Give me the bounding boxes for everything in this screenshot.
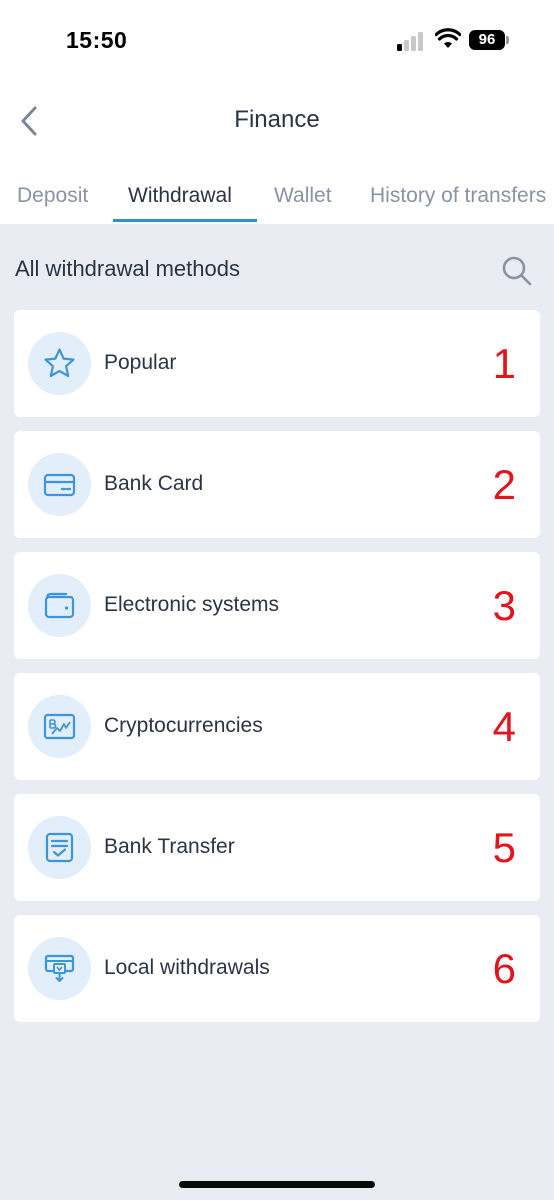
annotation-number: 5 xyxy=(492,824,516,871)
status-bar: 15:50 96 xyxy=(0,0,554,80)
page-title: Finance xyxy=(234,106,320,133)
tab-bar: Deposit Withdrawal Wallet History of tra… xyxy=(0,176,554,224)
tab-wallet[interactable]: Wallet xyxy=(274,184,332,208)
star-icon xyxy=(44,348,75,378)
method-icon-container xyxy=(28,816,91,879)
method-label: Cryptocurrencies xyxy=(104,714,263,737)
method-card-electronic-systems[interactable]: Electronic systems 3 xyxy=(14,552,540,659)
method-icon-container xyxy=(28,574,91,637)
search-icon xyxy=(502,256,532,286)
search-button[interactable] xyxy=(500,254,534,288)
method-label: Bank Card xyxy=(104,472,204,495)
method-card-local-withdrawals[interactable]: Local withdrawals 6 xyxy=(14,915,540,1022)
method-label: Electronic systems xyxy=(104,593,280,616)
crypto-icon xyxy=(43,713,76,740)
bank-card-icon xyxy=(43,473,76,497)
battery-cap xyxy=(506,36,509,44)
wifi-icon xyxy=(435,28,461,48)
method-icon-container xyxy=(28,332,91,395)
annotation-number: 1 xyxy=(492,340,516,387)
method-icon-container xyxy=(28,453,91,516)
home-indicator[interactable] xyxy=(179,1181,375,1188)
active-tab-indicator xyxy=(113,219,257,222)
section-title: All withdrawal methods xyxy=(15,256,240,281)
method-icon-container xyxy=(28,695,91,758)
annotation-number: 3 xyxy=(492,582,516,629)
status-time: 15:50 xyxy=(66,27,128,53)
method-label: Bank Transfer xyxy=(104,835,235,858)
method-card-bank-card[interactable]: Bank Card 2 xyxy=(14,431,540,538)
annotation-number: 4 xyxy=(492,703,516,750)
wallet-icon xyxy=(44,592,75,619)
tab-withdrawal[interactable]: Withdrawal xyxy=(128,184,232,208)
section-header: All withdrawal methods xyxy=(0,240,554,296)
tab-history-of-transfers[interactable]: History of transfers xyxy=(370,184,546,208)
method-card-bank-transfer[interactable]: Bank Transfer 5 xyxy=(14,794,540,901)
document-check-icon xyxy=(45,832,74,863)
battery-indicator: 96 xyxy=(469,30,505,50)
signal-icon xyxy=(397,31,425,51)
annotation-number: 2 xyxy=(492,461,516,508)
method-card-popular[interactable]: Popular 1 xyxy=(14,310,540,417)
method-label: Popular xyxy=(104,351,177,374)
nav-bar: Finance xyxy=(0,90,554,152)
method-card-cryptocurrencies[interactable]: Cryptocurrencies 4 xyxy=(14,673,540,780)
method-icon-container xyxy=(28,937,91,1000)
header-area: 15:50 96 Finance Deposit Withdrawal Wall… xyxy=(0,0,554,224)
tab-deposit[interactable]: Deposit xyxy=(17,184,88,208)
annotation-number: 6 xyxy=(492,945,516,992)
method-label: Local withdrawals xyxy=(104,956,270,979)
local-withdrawal-icon xyxy=(44,954,75,982)
